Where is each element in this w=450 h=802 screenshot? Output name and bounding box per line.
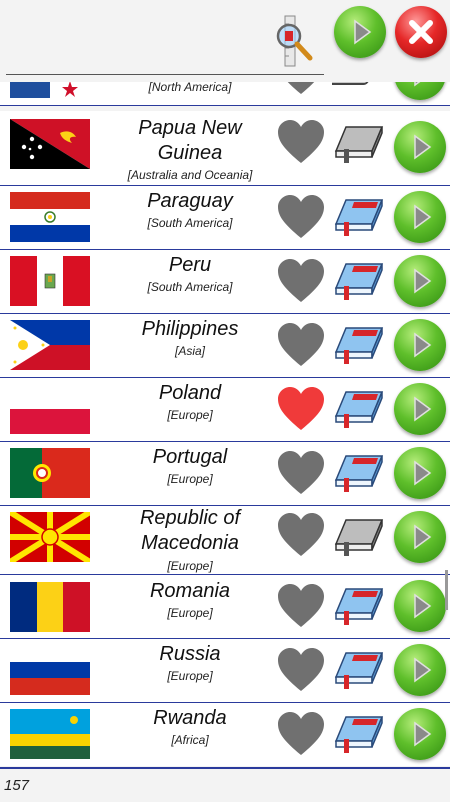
region-label: [South America] <box>147 280 233 294</box>
region-label: [Europe] <box>167 472 213 486</box>
country-name: Portugal <box>152 446 228 468</box>
country-name: Papua New Guinea <box>138 117 242 164</box>
flag-icon <box>10 448 90 498</box>
country-name: Republic of Macedonia <box>139 507 241 554</box>
list-item[interactable]: Papua New Guinea [Australia and Oceania] <box>0 111 450 186</box>
book-icon[interactable] <box>332 645 388 695</box>
region-label: [Asia] <box>174 344 205 358</box>
go-button[interactable] <box>394 708 446 760</box>
book-icon[interactable] <box>332 709 388 759</box>
list-item[interactable]: Russia [Europe] <box>0 639 450 703</box>
list-item[interactable]: Republic of Macedonia [Europe] <box>0 506 450 575</box>
heart-icon[interactable] <box>276 711 326 757</box>
flag-icon <box>10 320 90 370</box>
book-icon[interactable] <box>332 119 388 169</box>
region-label: [North America] <box>148 80 232 94</box>
go-button[interactable] <box>394 580 446 632</box>
country-name: Peru <box>168 254 212 276</box>
country-name: Paraguay <box>147 190 233 212</box>
go-button-top[interactable] <box>334 6 386 58</box>
book-icon[interactable] <box>332 384 388 434</box>
play-arrow-icon <box>414 657 432 683</box>
list-item[interactable]: Peru [South America] <box>0 250 450 314</box>
country-name: Russia <box>159 643 221 665</box>
play-arrow-icon <box>414 396 432 422</box>
go-button[interactable] <box>394 447 446 499</box>
heart-icon[interactable] <box>276 512 326 558</box>
region-label: [Europe] <box>167 606 213 620</box>
region-label: [Africa] <box>171 733 209 747</box>
flag-icon <box>10 192 90 242</box>
list-item[interactable]: Philippines [Asia] <box>0 314 450 378</box>
region-label: [Europe] <box>167 559 213 573</box>
close-button[interactable] <box>395 6 447 58</box>
region-label: [South America] <box>147 216 233 230</box>
book-icon[interactable] <box>332 448 388 498</box>
play-arrow-icon <box>414 134 432 160</box>
country-name: Romania <box>149 580 231 602</box>
book-icon[interactable] <box>332 581 388 631</box>
top-toolbar <box>0 0 450 82</box>
heart-icon[interactable] <box>276 450 326 496</box>
country-name: Poland <box>158 382 222 404</box>
list-item[interactable]: Portugal [Europe] <box>0 442 450 506</box>
country-name: Rwanda <box>153 707 227 729</box>
item-count: 157 <box>4 777 30 794</box>
heart-icon[interactable] <box>276 583 326 629</box>
play-arrow-icon <box>354 19 372 45</box>
flag-icon <box>10 582 90 632</box>
heart-favorite-icon[interactable] <box>276 386 326 432</box>
play-arrow-icon <box>414 721 432 747</box>
flag-icon <box>10 512 90 562</box>
list-item[interactable]: Romania [Europe] <box>0 575 450 639</box>
heart-icon[interactable] <box>276 194 326 240</box>
flag-icon <box>10 256 90 306</box>
play-arrow-icon <box>414 460 432 486</box>
book-icon[interactable] <box>332 512 388 562</box>
flag-icon <box>10 645 90 695</box>
play-arrow-icon <box>414 332 432 358</box>
list-item[interactable]: Rwanda [Africa] <box>0 703 450 766</box>
region-label: [Europe] <box>167 408 213 422</box>
book-icon[interactable] <box>332 320 388 370</box>
country-list[interactable]: [North America] Papua New Guinea [Austra… <box>0 0 450 766</box>
heart-icon[interactable] <box>276 322 326 368</box>
play-arrow-icon <box>414 524 432 550</box>
heart-icon[interactable] <box>276 647 326 693</box>
book-icon[interactable] <box>332 256 388 306</box>
heart-icon[interactable] <box>276 258 326 304</box>
play-arrow-icon <box>414 204 432 230</box>
scrollbar[interactable] <box>445 570 448 610</box>
region-label: [Australia and Oceania] <box>127 168 253 182</box>
country-name: Philippines <box>141 318 239 340</box>
footer-bar: 157 <box>0 767 450 802</box>
heart-icon[interactable] <box>276 119 326 165</box>
go-button[interactable] <box>394 121 446 173</box>
play-arrow-icon <box>414 268 432 294</box>
flag-icon <box>10 119 90 169</box>
list-item[interactable]: Poland [Europe] <box>0 378 450 442</box>
go-button[interactable] <box>394 644 446 696</box>
search-icon[interactable] <box>274 14 316 70</box>
go-button[interactable] <box>394 383 446 435</box>
go-button[interactable] <box>394 191 446 243</box>
region-label: [Europe] <box>167 669 213 683</box>
list-item[interactable]: Paraguay [South America] <box>0 186 450 250</box>
search-input[interactable] <box>6 74 324 75</box>
go-button[interactable] <box>394 255 446 307</box>
close-x-icon <box>409 20 433 44</box>
go-button[interactable] <box>394 319 446 371</box>
flag-icon <box>10 384 90 434</box>
go-button[interactable] <box>394 511 446 563</box>
flag-icon <box>10 709 90 759</box>
play-arrow-icon <box>414 593 432 619</box>
book-icon[interactable] <box>332 192 388 242</box>
